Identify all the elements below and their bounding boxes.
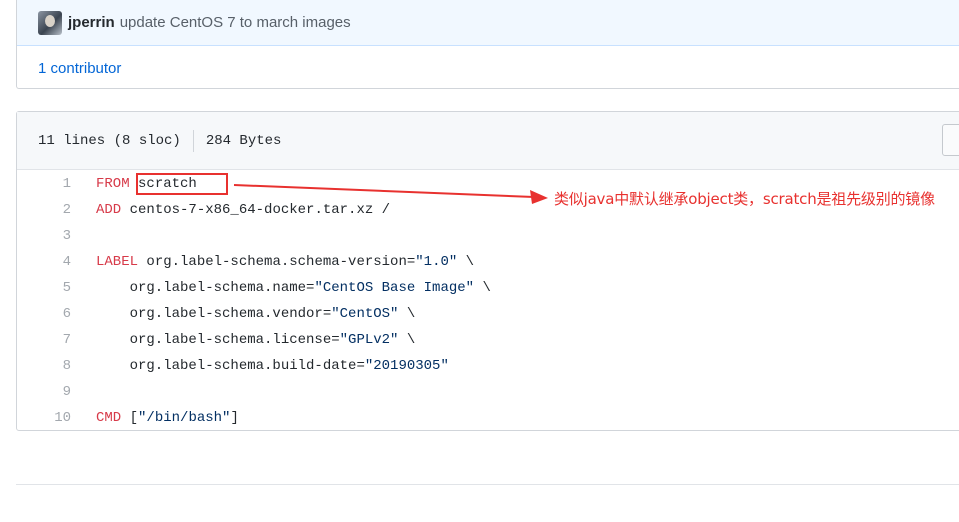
annotation-arrow [233,184,548,204]
arrow-shaft [233,184,535,198]
bottom-divider [16,484,959,485]
annotation-text: 类似java中默认继承object类，scratch是祖先级别的镜像 [554,190,935,208]
arrow-head [530,190,548,204]
